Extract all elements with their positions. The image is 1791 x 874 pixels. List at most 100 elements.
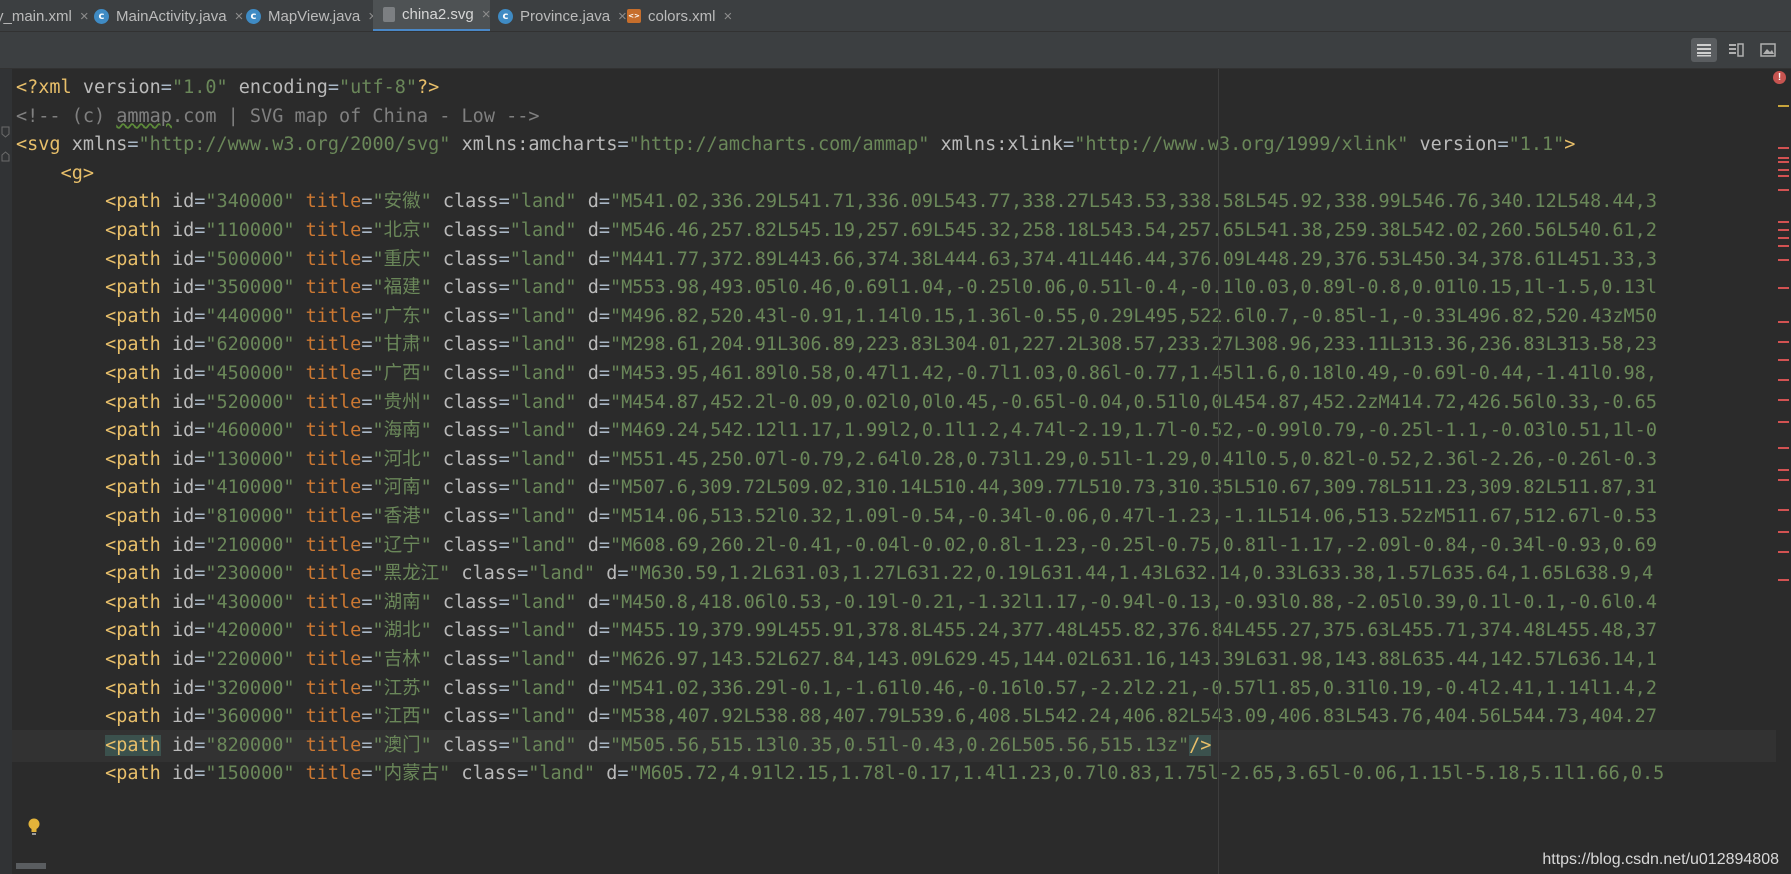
error-stripe-mark[interactable] (1778, 161, 1789, 163)
code-line-path[interactable]: <path id="360000" title="江西" class="land… (16, 701, 1657, 733)
error-stripe-mark[interactable] (1778, 221, 1789, 223)
error-stripe-mark[interactable] (1778, 479, 1789, 481)
error-stripe-mark[interactable] (1778, 399, 1789, 401)
code-token: "350000" (205, 277, 295, 299)
code-line-path[interactable]: <path id="230000" title="黑龙江" class="lan… (16, 558, 1653, 590)
error-stripe-mark[interactable] (1778, 169, 1789, 171)
code-token: "广东" (372, 305, 432, 327)
code-editor[interactable]: <?xml version="1.0" encoding="utf-8"?> <!… (12, 69, 1778, 874)
code-line-path[interactable]: <path id="620000" title="甘肃" class="land… (16, 329, 1657, 361)
code-line-path[interactable]: <path id="150000" title="内蒙古" class="lan… (16, 758, 1664, 790)
code-line-path[interactable]: <path id="210000" title="辽宁" class="land… (16, 530, 1657, 562)
fold-marker-icon[interactable] (0, 125, 12, 165)
code-token: <path (105, 220, 161, 241)
warning-stripe-mark[interactable] (1778, 105, 1789, 107)
code-line[interactable]: <?xml version="1.0" encoding="utf-8"?> (16, 72, 439, 104)
code-token: class (442, 220, 499, 241)
error-stripe-mark[interactable] (1778, 245, 1789, 247)
tab-china2-svg[interactable]: china2.svg × (373, 0, 491, 31)
code-token: "460000" (205, 420, 295, 442)
error-stripe-mark[interactable] (1778, 421, 1789, 423)
code-line-path[interactable]: <path id="220000" title="吉林" class="land… (16, 644, 1657, 676)
code-token: "甘肃" (372, 334, 432, 356)
intention-bulb-icon[interactable] (27, 818, 41, 836)
code-line-path[interactable]: <path id="500000" title="重庆" class="land… (16, 244, 1657, 276)
code-token: "重庆" (372, 248, 432, 270)
error-stripe-mark[interactable] (1778, 341, 1789, 343)
code-line[interactable]: <g> (16, 158, 94, 190)
tab-colors-xml[interactable]: <> colors.xml × (617, 0, 733, 31)
error-stripe-mark[interactable] (1778, 237, 1789, 239)
code-line-path[interactable]: <path id="520000" title="贵州" class="land… (16, 387, 1657, 419)
code-token: <path (105, 763, 161, 785)
error-stripe-mark[interactable] (1778, 147, 1789, 149)
code-token: "M626.97,143.52L627.84,143.09L629.45,144… (609, 649, 1657, 670)
error-stripe-mark[interactable] (1778, 157, 1789, 159)
code-token: xmlns (71, 134, 128, 156)
code-line-path[interactable]: <path id="810000" title="香港" class="land… (16, 501, 1657, 533)
close-tab-icon[interactable]: × (724, 8, 733, 25)
code-line-path[interactable]: <path id="450000" title="广西" class="land… (16, 358, 1657, 390)
tab-province-java[interactable]: c Province.java × (488, 0, 627, 31)
error-indicator-icon[interactable]: ! (1773, 71, 1786, 84)
code-token: d (606, 763, 618, 785)
code-line-path[interactable]: <path id="420000" title="湖北" class="land… (16, 615, 1657, 647)
code-token: <path (105, 391, 161, 413)
error-stripe[interactable] (1776, 69, 1791, 874)
code-token: class (442, 506, 499, 527)
code-token: "land" (509, 534, 577, 556)
tab-y-main-xml[interactable]: y_main.xml × (0, 0, 89, 31)
code-line-path[interactable]: <path id="130000" title="河北" class="land… (16, 444, 1657, 476)
code-token: "1.0" (171, 77, 228, 98)
error-stripe-mark[interactable] (1778, 359, 1789, 361)
code-token: "320000" (205, 677, 295, 699)
error-stripe-mark[interactable] (1778, 579, 1789, 581)
code-token: "安徽" (372, 191, 432, 213)
code-token: "340000" (205, 191, 295, 213)
code-token: "湖南" (372, 591, 432, 613)
error-stripe-mark[interactable] (1778, 447, 1789, 449)
editor-gutter[interactable] (0, 69, 12, 874)
code-token: "360000" (205, 706, 295, 728)
code-line-path[interactable]: <path id="110000" title="北京" class="land… (16, 215, 1657, 247)
code-token: "210000" (205, 534, 295, 556)
fold-indicator[interactable] (16, 863, 46, 869)
code-line-path[interactable]: <path id="350000" title="福建" class="land… (16, 272, 1657, 304)
error-stripe-mark[interactable] (1778, 321, 1789, 323)
code-line[interactable]: <svg xmlns="http://www.w3.org/2000/svg" … (16, 129, 1575, 161)
error-stripe-mark[interactable] (1778, 189, 1789, 191)
code-line-path[interactable]: <path id="410000" title="河南" class="land… (16, 472, 1657, 504)
error-stripe-mark[interactable] (1778, 287, 1789, 289)
code-token: "M496.82,520.43l-0.91,1.14l0.15,1.36l-0.… (609, 305, 1657, 327)
error-stripe-mark[interactable] (1778, 509, 1789, 511)
tab-mainactivity-java[interactable]: c MainActivity.java × (84, 0, 243, 31)
error-stripe-mark[interactable] (1778, 379, 1789, 381)
split-view-button[interactable] (1723, 38, 1749, 62)
code-line-path[interactable]: <path id="340000" title="安徽" class="land… (16, 186, 1657, 218)
code-token: "500000" (205, 248, 295, 270)
code-token: id (171, 591, 195, 613)
code-token: "utf-8" (339, 77, 417, 98)
code-token: class (442, 248, 499, 270)
error-stripe-mark[interactable] (1778, 531, 1789, 533)
error-stripe-mark[interactable] (1778, 175, 1789, 177)
image-preview-button[interactable] (1755, 38, 1781, 62)
java-class-icon: c (94, 8, 109, 24)
code-line-path[interactable]: <path id="440000" title="广东" class="land… (16, 301, 1657, 333)
error-stripe-mark[interactable] (1778, 551, 1789, 553)
code-line[interactable]: <!-- (c) ammap.com | SVG map of China - … (16, 101, 540, 133)
tab-mapview-java[interactable]: cMapView.java× (236, 0, 377, 31)
code-token: "land" (509, 506, 577, 527)
code-token: title (305, 649, 362, 670)
code-line-path[interactable]: <path id="320000" title="江苏" class="land… (16, 673, 1657, 705)
code-line-path[interactable]: <path id="820000" title="澳门" class="land… (12, 729, 1778, 762)
tab-label: MainActivity.java (116, 7, 227, 25)
error-stripe-mark[interactable] (1778, 229, 1789, 231)
code-line-path[interactable]: <path id="460000" title="海南" class="land… (16, 415, 1657, 447)
code-token: "M630.59,1.2L631.03,1.27L631.22,0.19L631… (628, 563, 1654, 585)
code-token: "M608.69,260.2l-0.41,-0.04l-0.02,0.8l-1.… (609, 534, 1657, 556)
code-line-path[interactable]: <path id="430000" title="湖南" class="land… (16, 587, 1657, 619)
text-view-button[interactable] (1691, 38, 1717, 62)
error-stripe-mark[interactable] (1778, 259, 1789, 261)
error-stripe-mark[interactable] (1778, 469, 1789, 471)
